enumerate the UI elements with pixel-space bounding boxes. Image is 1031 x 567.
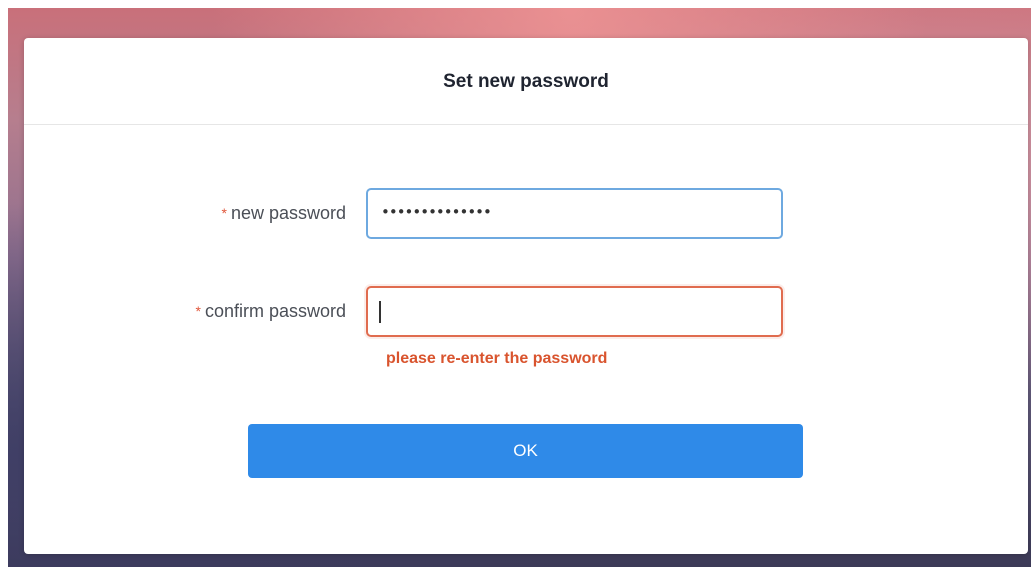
ok-button[interactable]: OK [248, 424, 803, 478]
new-password-row: * new password •••••••••••••• [24, 188, 783, 239]
required-marker: * [195, 303, 201, 319]
set-password-dialog: Set new password * new password •••••••••… [24, 38, 1028, 554]
dialog-title: Set new password [443, 71, 609, 92]
new-password-label-text: new password [230, 203, 346, 223]
confirm-password-label: * confirm password [24, 301, 366, 322]
confirm-password-label-text: confirm password [204, 301, 346, 321]
confirm-password-error: please re-enter the password [386, 350, 608, 367]
text-cursor [379, 300, 381, 323]
new-password-input[interactable]: •••••••••••••• [366, 188, 783, 239]
required-marker: * [221, 205, 227, 221]
confirm-password-row: * confirm password [24, 286, 783, 337]
new-password-label: * new password [24, 203, 366, 224]
dialog-header: Set new password [24, 38, 1028, 125]
confirm-password-input[interactable] [366, 286, 783, 337]
new-password-masked-value: •••••••••••••• [381, 202, 492, 221]
